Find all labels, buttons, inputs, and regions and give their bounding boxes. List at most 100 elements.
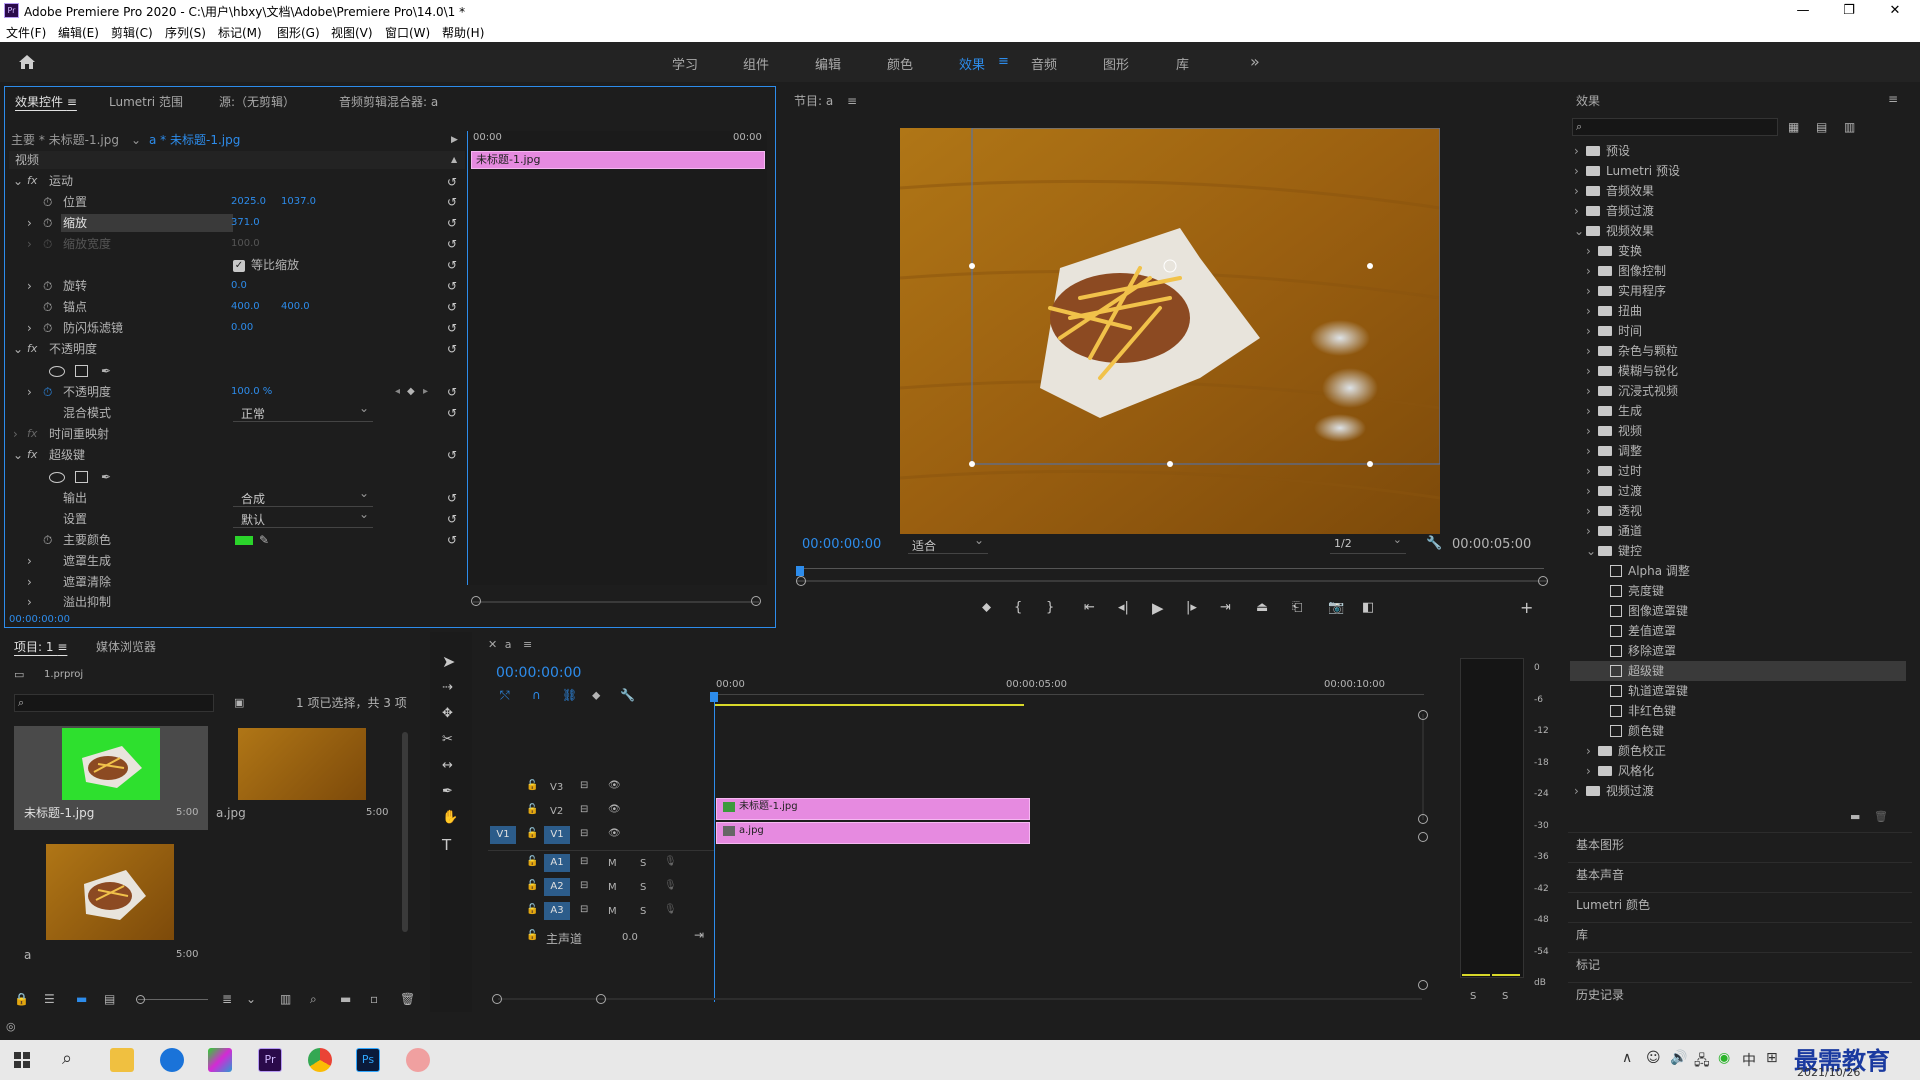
track-lock-icon[interactable]: 🔓 [526, 780, 538, 798]
effect-folder[interactable]: › 音频过渡 [1574, 202, 1654, 220]
track-lock-icon[interactable]: 🔓 [526, 930, 538, 948]
stopwatch-icon[interactable]: ⏱ [43, 298, 52, 316]
linked-selection-icon[interactable]: ⛓ [562, 686, 577, 704]
go-to-end-icon[interactable]: ⇥ [694, 928, 704, 946]
chevron-right-icon[interactable]: › [1586, 262, 1598, 280]
chevron-right-icon[interactable]: › [1574, 182, 1586, 200]
effect-folder[interactable]: › 视频 [1586, 422, 1642, 440]
tab-effect-controls[interactable]: 效果控件 ≡ [15, 93, 77, 119]
resolution-dropdown[interactable]: 1/2 [1330, 533, 1406, 554]
effect-folder[interactable]: › 调整 [1586, 442, 1642, 460]
effect-controls-timecode[interactable]: 00:00:00:00 [9, 611, 70, 629]
chevron-right-icon[interactable]: › [1574, 162, 1586, 180]
go-to-out-icon[interactable]: ⇥ [1220, 600, 1231, 615]
effect-folder[interactable]: › 变换 [1586, 242, 1642, 260]
scale-expand-icon[interactable]: › [27, 214, 32, 232]
tab-project[interactable]: 项目: 1 ≡ [14, 638, 67, 664]
eye-icon[interactable]: 👁 [608, 780, 621, 798]
stopwatch-icon[interactable]: ⏱ [43, 277, 52, 295]
chevron-right-icon[interactable]: › [1586, 362, 1598, 380]
motion-toggle-icon[interactable]: ⌄ [13, 172, 23, 190]
workspace-libraries[interactable]: 库 [1176, 54, 1189, 73]
solo-button[interactable]: S [640, 906, 646, 924]
sync-lock-icon[interactable]: ⊟ [580, 780, 588, 798]
menu-help[interactable]: 帮助(H) [442, 24, 484, 41]
hand-tool-icon[interactable]: ✋ [442, 810, 458, 825]
clip-untitled-v2[interactable]: 未标题-1.jpg [716, 798, 1030, 820]
flicker-expand-icon[interactable]: › [27, 319, 32, 337]
chevron-right-icon[interactable]: › [1586, 462, 1598, 480]
next-keyframe-icon[interactable]: ▸ [423, 383, 428, 401]
chevron-right-icon[interactable]: › [1586, 302, 1598, 320]
zoom-handle-left[interactable] [471, 596, 481, 606]
chevron-right-icon[interactable]: › [1586, 282, 1598, 300]
rotation-value[interactable]: 0.0 [231, 277, 247, 295]
clear-icon[interactable]: 🗑 [400, 990, 415, 1008]
workspace-more-icon[interactable]: » [1250, 52, 1260, 71]
chevron-right-icon[interactable]: › [1586, 522, 1598, 540]
scroll-handle[interactable] [1418, 980, 1428, 990]
delete-icon[interactable]: 🗑 [1874, 808, 1888, 826]
effect-item[interactable]: 差值遮罩 [1598, 622, 1676, 640]
stopwatch-active-icon[interactable]: ⏱ [43, 383, 52, 401]
matte-clean-expand-icon[interactable]: › [27, 573, 32, 591]
chevron-right-icon[interactable]: › [1574, 142, 1586, 160]
tab-source[interactable]: 源:（无剪辑） [219, 93, 295, 119]
work-area-bar[interactable] [714, 704, 1024, 706]
effect-folder[interactable]: › 视频过渡 [1574, 782, 1654, 800]
app-icon[interactable] [208, 1048, 232, 1072]
effect-item[interactable]: 超级键 [1598, 662, 1664, 680]
stopwatch-icon[interactable]: ⏱ [43, 319, 52, 337]
chevron-right-icon[interactable]: › [1586, 442, 1598, 460]
effect-folder[interactable]: › 透视 [1586, 502, 1642, 520]
voiceover-icon[interactable]: 🎙 [664, 880, 677, 898]
rotation-expand-icon[interactable]: › [27, 277, 32, 295]
menu-clip[interactable]: 剪辑(C) [111, 24, 153, 41]
effect-item[interactable]: 图像遮罩键 [1598, 602, 1688, 620]
button-editor-icon[interactable]: + [1520, 598, 1533, 617]
workspace-graphics[interactable]: 图形 [1103, 54, 1129, 73]
new-bin-icon[interactable]: ▬ [1850, 808, 1860, 826]
anchor-y-value[interactable]: 400.0 [281, 298, 310, 316]
opacity-value[interactable]: 100.0 % [231, 383, 272, 401]
workspace-effects[interactable]: 效果 [959, 54, 985, 73]
scale-value[interactable]: 371.0 [231, 214, 260, 232]
menu-marker[interactable]: 标记(M) [218, 24, 262, 41]
effect-folder[interactable]: › 生成 [1586, 402, 1642, 420]
panel-lumetri-color[interactable]: Lumetri 颜色 [1568, 892, 1912, 916]
timeline-playhead[interactable] [714, 694, 715, 1002]
fx-icon[interactable]: fx [27, 172, 37, 190]
type-tool-icon[interactable]: T [442, 836, 451, 854]
effects-menu-icon[interactable]: ≡ [1888, 92, 1898, 118]
effect-folder[interactable]: › 杂色与颗粒 [1586, 342, 1678, 360]
effect-item[interactable]: 颜色键 [1598, 722, 1664, 740]
chevron-right-icon[interactable]: › [1586, 242, 1598, 260]
matte-gen-expand-icon[interactable]: › [27, 552, 32, 570]
workspace-learn[interactable]: 学习 [672, 54, 698, 73]
mute-button[interactable]: M [608, 906, 617, 924]
add-marker-icon[interactable]: ⬥ [982, 600, 991, 615]
spill-expand-icon[interactable]: › [27, 593, 32, 611]
effect-item[interactable]: 轨道遮罩键 [1598, 682, 1688, 700]
thumbnail-size-slider[interactable] [138, 999, 208, 1000]
pen-mask-icon[interactable]: ✒ [101, 468, 111, 486]
ultra-key-toggle-icon[interactable]: ⌄ [13, 446, 23, 464]
reset-settings-icon[interactable]: ↺ [447, 512, 461, 526]
effect-item[interactable]: 移除遮罩 [1598, 642, 1676, 660]
uniform-scale-checkbox[interactable]: ✓ [233, 260, 245, 272]
chevron-down-icon[interactable]: ⌄ [1574, 222, 1586, 240]
panel-markers[interactable]: 标记 [1568, 952, 1912, 976]
timeline-timecode[interactable]: 00:00:00:00 [496, 664, 581, 682]
tray-app-icon[interactable]: ◉ [1718, 1050, 1730, 1066]
meter-solo-right[interactable]: S [1502, 988, 1508, 1006]
reset-output-icon[interactable]: ↺ [447, 491, 461, 505]
home-icon[interactable] [18, 54, 36, 70]
track-a1-label[interactable]: A1 [544, 854, 570, 872]
meter-solo-left[interactable]: S [1470, 988, 1476, 1006]
sort-icon[interactable]: ≣ [222, 990, 232, 1008]
program-scrubber[interactable] [804, 568, 1544, 569]
master-volume-value[interactable]: 0.0 [622, 932, 638, 950]
reset-anchor-icon[interactable]: ↺ [447, 300, 461, 314]
chevron-right-icon[interactable]: › [1586, 482, 1598, 500]
keyboard-icon[interactable]: ⊞ [1766, 1050, 1778, 1066]
